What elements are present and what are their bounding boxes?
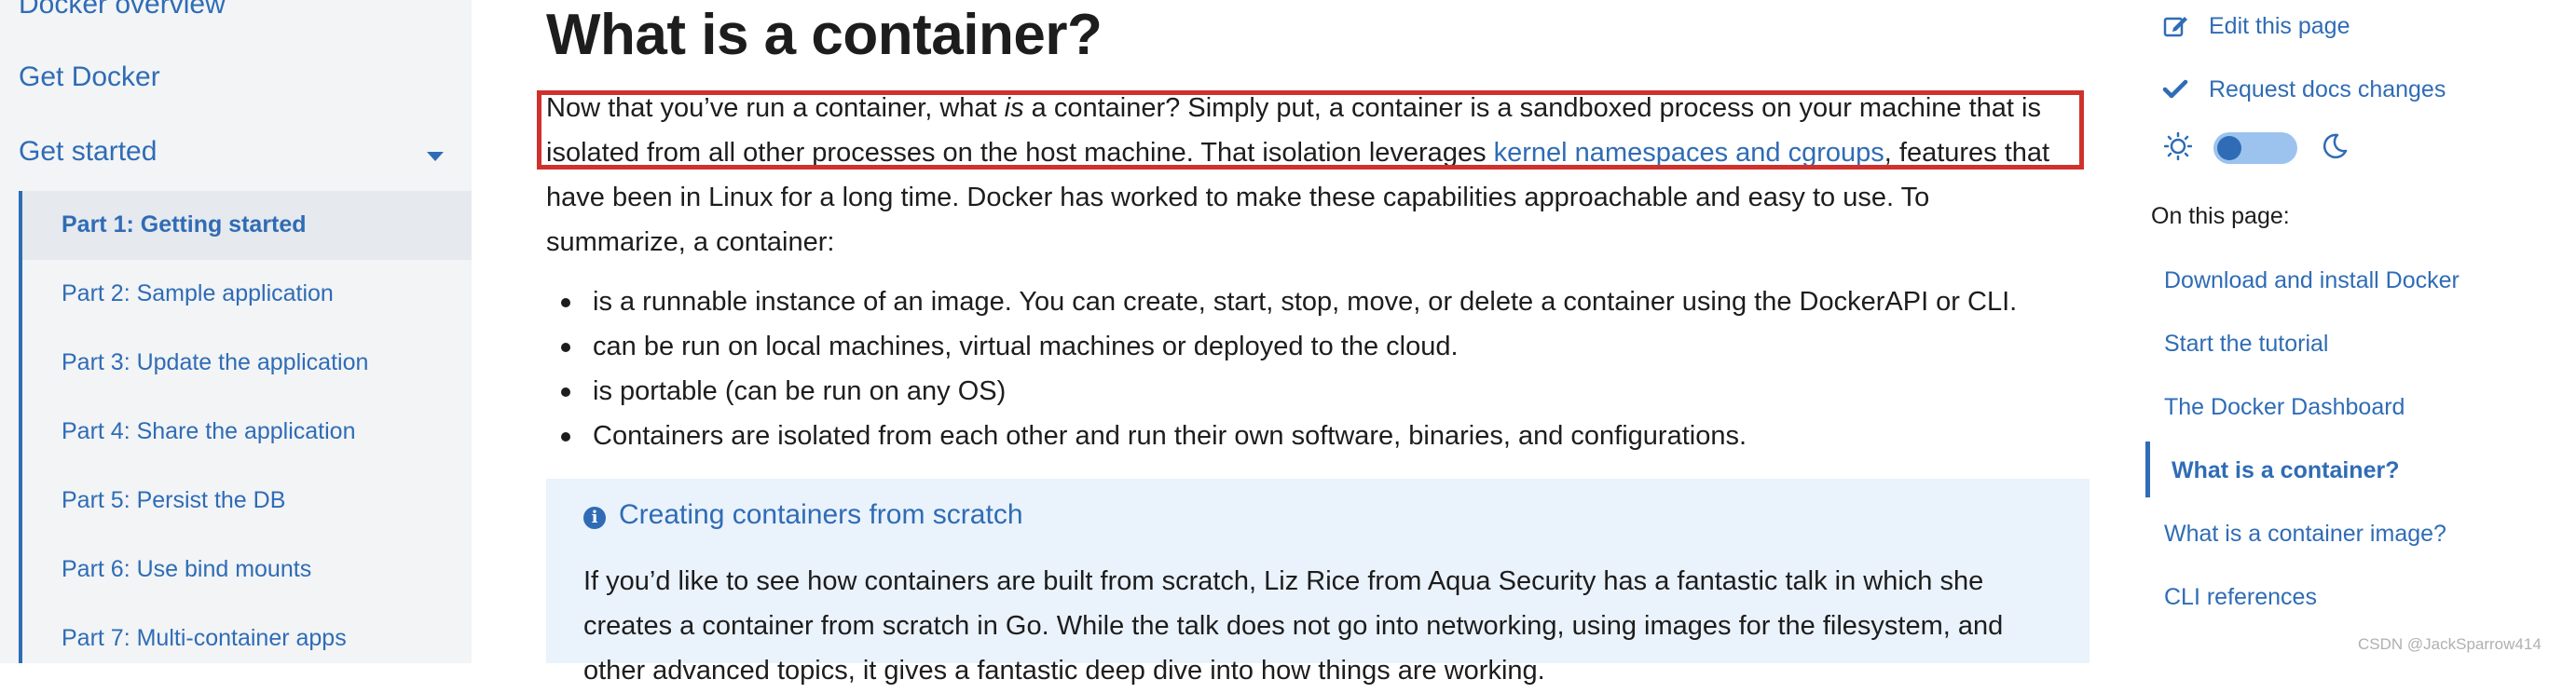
request-docs-changes-label: Request docs changes bbox=[2209, 75, 2446, 102]
info-icon: i bbox=[583, 507, 606, 529]
highlight-annotation-box bbox=[537, 90, 2084, 170]
sidebar-item-part-5[interactable]: Part 5: Persist the DB bbox=[62, 487, 285, 514]
list-item-text: is a runnable instance of an image. You … bbox=[593, 287, 2018, 317]
moon-icon bbox=[2323, 133, 2348, 159]
list-item-text: is portable (can be run on any OS) bbox=[593, 376, 1007, 406]
sidebar-item-docker-overview[interactable]: Docker overview bbox=[19, 0, 226, 20]
theme-toggle[interactable] bbox=[2213, 132, 2297, 164]
sidebar-item-part-1[interactable]: Part 1: Getting started bbox=[62, 211, 307, 238]
container-features-list: is a runnable instance of an image. You … bbox=[546, 279, 2093, 458]
callout-text: If you’d like to see how containers are … bbox=[583, 566, 2004, 686]
toc-item-what-is-container[interactable]: What is a container? bbox=[2172, 457, 2399, 484]
edit-this-page-label: Edit this page bbox=[2209, 12, 2350, 39]
sidebar-section-rail bbox=[19, 191, 22, 663]
sidebar-item-part-7[interactable]: Part 7: Multi-container apps bbox=[62, 625, 347, 652]
sidebar-item-part-2[interactable]: Part 2: Sample application bbox=[62, 280, 334, 307]
page-title: What is a container? bbox=[546, 3, 1103, 67]
callout-title: Creating containers from scratch bbox=[619, 499, 1023, 530]
theme-toggle-knob bbox=[2217, 136, 2241, 160]
bullet-dot bbox=[561, 343, 570, 352]
sidebar-item-part-4[interactable]: Part 4: Share the application bbox=[62, 418, 355, 445]
toc-active-indicator bbox=[2145, 442, 2150, 497]
list-item: is a runnable instance of an image. You … bbox=[546, 279, 2093, 324]
toc-item-what-is-image[interactable]: What is a container image? bbox=[2164, 521, 2446, 548]
list-item: can be run on local machines, virtual ma… bbox=[546, 324, 2093, 369]
bullet-dot bbox=[561, 298, 570, 307]
toc-item-cli-references[interactable]: CLI references bbox=[2164, 584, 2317, 611]
toc-item-start-tutorial[interactable]: Start the tutorial bbox=[2164, 331, 2328, 358]
sidebar-item-get-docker[interactable]: Get Docker bbox=[19, 61, 160, 93]
chevron-down-icon[interactable] bbox=[427, 152, 444, 161]
info-callout: i Creating containers from scratch If yo… bbox=[546, 479, 2090, 686]
sidebar-item-get-started[interactable]: Get started bbox=[19, 136, 157, 168]
checkmark-icon bbox=[2162, 79, 2188, 99]
list-item: is portable (can be run on any OS) bbox=[546, 369, 2093, 414]
edit-icon bbox=[2163, 17, 2187, 37]
on-this-page-heading: On this page: bbox=[2151, 203, 2290, 229]
left-sidebar: Docker overview Get Docker Get started P… bbox=[0, 0, 472, 663]
edit-this-page-link[interactable]: Edit this page bbox=[2162, 7, 2350, 45]
list-item: Containers are isolated from each other … bbox=[546, 414, 2093, 458]
toc-item-docker-dashboard[interactable]: The Docker Dashboard bbox=[2164, 394, 2405, 421]
sidebar-item-part-3[interactable]: Part 3: Update the application bbox=[62, 349, 368, 376]
request-docs-changes-link[interactable]: Request docs changes bbox=[2162, 71, 2446, 108]
bullet-dot bbox=[561, 432, 570, 442]
watermark-text: CSDN @JackSparrow414 bbox=[2358, 635, 2542, 653]
sidebar-item-part-6[interactable]: Part 6: Use bind mounts bbox=[62, 556, 311, 583]
sun-icon bbox=[2164, 132, 2192, 160]
bullet-dot bbox=[561, 387, 570, 397]
toc-item-download-install[interactable]: Download and install Docker bbox=[2164, 267, 2460, 294]
list-item-text: can be run on local machines, virtual ma… bbox=[593, 332, 1459, 361]
list-item-text: Containers are isolated from each other … bbox=[593, 421, 1747, 451]
